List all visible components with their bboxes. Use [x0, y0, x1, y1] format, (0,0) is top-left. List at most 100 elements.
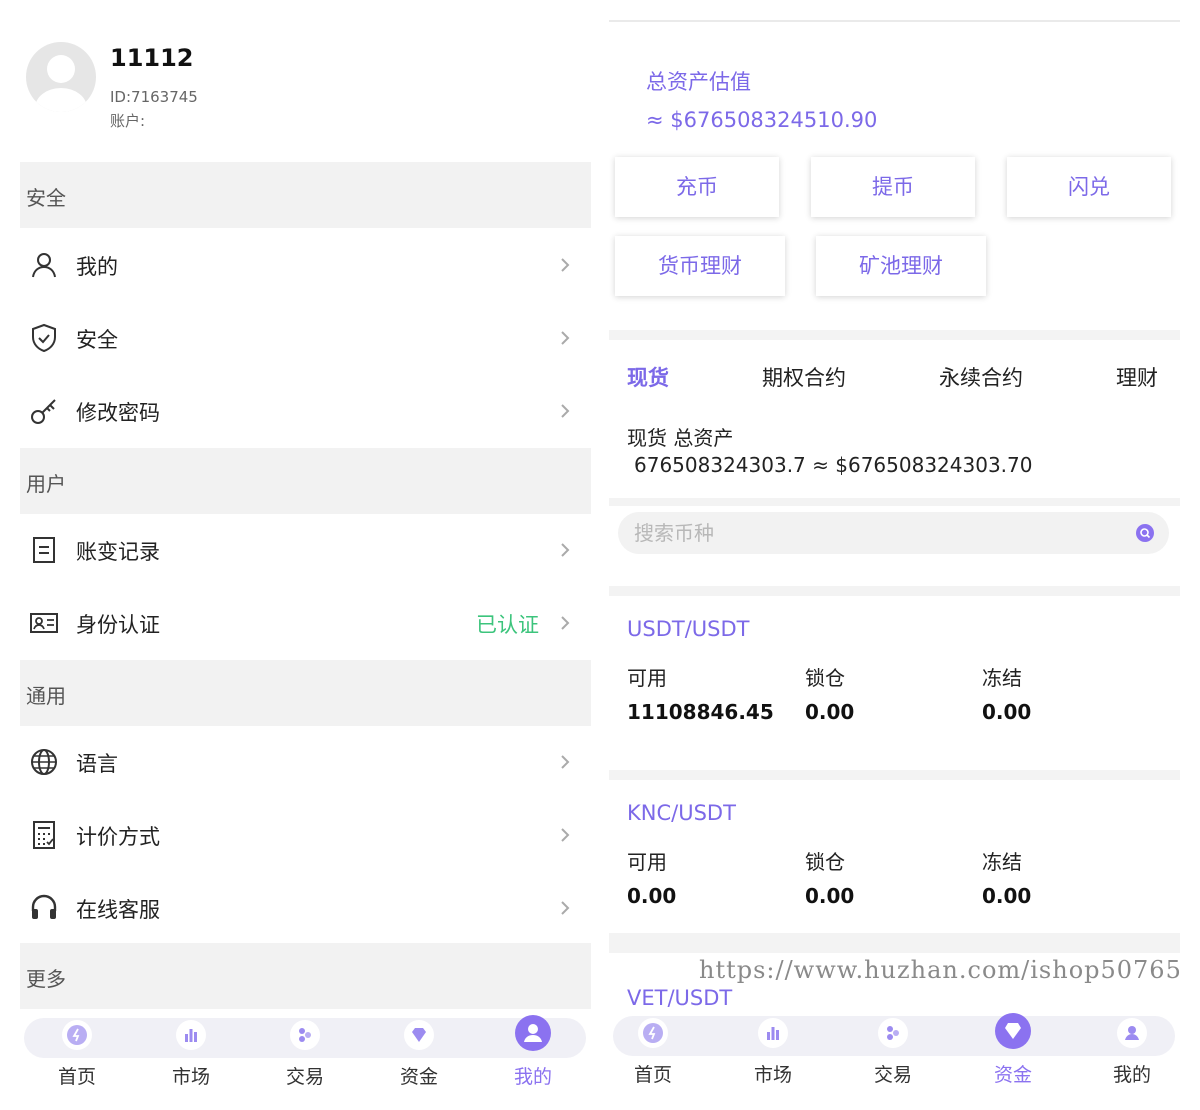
menu-item-online-support[interactable]: 在线客服 — [20, 872, 591, 945]
bottom-tab-bar: 首页 市场 交易 资金 我的 — [20, 1012, 591, 1090]
chevron-right-icon — [561, 616, 570, 630]
menu-item-security[interactable]: 安全 — [20, 302, 591, 375]
menu-item-transaction-history[interactable]: 账变记录 — [20, 514, 591, 587]
section-divider — [609, 586, 1180, 596]
chevron-right-icon — [561, 901, 570, 915]
frozen-value: 0.00 — [982, 884, 1032, 908]
currency-finance-button[interactable]: 货币理财 — [615, 236, 785, 296]
menu-label: 安全 — [76, 328, 118, 352]
key-icon — [31, 399, 56, 424]
available-label: 可用 — [627, 850, 667, 874]
tab-market[interactable]: 市场 — [716, 1010, 830, 1088]
pair-knc-usdt[interactable]: KNC/USDT — [627, 801, 736, 825]
funds-screen: 总资产估值 ≈ $676508324510.90 充币 提币 闪兑 货币理财 矿… — [609, 0, 1180, 1110]
headset-icon — [31, 894, 57, 919]
search-coin-input[interactable] — [618, 512, 1169, 554]
flash-exchange-button[interactable]: 闪兑 — [1007, 157, 1171, 217]
withdraw-button[interactable]: 提币 — [811, 157, 975, 217]
locked-label: 锁仓 — [805, 666, 845, 690]
frozen-label: 冻结 — [982, 850, 1022, 874]
user-icon — [32, 253, 56, 278]
tab-finance[interactable]: 理财 — [1116, 362, 1158, 392]
section-header-user: 用户 — [20, 448, 591, 514]
section-divider — [609, 933, 1180, 953]
menu-label: 修改密码 — [76, 401, 160, 425]
avatar-placeholder-icon — [35, 55, 87, 112]
tab-options-contract[interactable]: 期权合约 — [762, 362, 846, 392]
locked-value: 0.00 — [805, 700, 855, 724]
chevron-right-icon — [561, 755, 570, 769]
globe-icon — [31, 749, 57, 775]
username: 11112 — [110, 44, 194, 72]
market-icon — [758, 1018, 788, 1048]
section-header-general: 通用 — [20, 660, 591, 726]
menu-item-identity-verification[interactable]: 身份认证 已认证 — [20, 587, 591, 660]
search-icon[interactable] — [1135, 523, 1155, 543]
deposit-button[interactable]: 充币 — [615, 157, 779, 217]
shield-icon — [32, 323, 56, 353]
pair-usdt-usdt[interactable]: USDT/USDT — [627, 617, 749, 641]
tab-funds[interactable]: 资金 — [956, 1010, 1070, 1088]
watermark: https://www.huzhan.com/ishop50765 — [699, 956, 1180, 984]
calculator-icon — [33, 821, 55, 849]
market-icon — [176, 1020, 206, 1050]
top-divider — [609, 20, 1180, 22]
frozen-label: 冻结 — [982, 666, 1022, 690]
locked-value: 0.00 — [805, 884, 855, 908]
avatar[interactable] — [26, 42, 96, 112]
pair-vet-usdt[interactable]: VET/USDT — [627, 986, 732, 1010]
diamond-icon — [995, 1013, 1031, 1049]
diamond-icon — [404, 1020, 434, 1050]
chevron-right-icon — [561, 258, 570, 272]
chevron-right-icon — [561, 331, 570, 345]
total-assets-title: 总资产估值 — [646, 70, 751, 94]
spot-total-assets-value: 676508324303.7 ≈ $676508324303.70 — [634, 453, 1033, 477]
menu-label: 身份认证 — [76, 613, 160, 637]
locked-label: 锁仓 — [805, 850, 845, 874]
tab-mine[interactable]: 我的 — [476, 1012, 590, 1090]
profile-icon — [1117, 1018, 1147, 1048]
menu-label: 账变记录 — [76, 540, 160, 564]
section-header-security: 安全 — [20, 162, 591, 228]
menu-item-change-password[interactable]: 修改密码 — [20, 375, 591, 448]
section-divider — [609, 330, 1180, 340]
section-divider — [609, 770, 1180, 780]
tab-home[interactable]: 首页 — [609, 1010, 710, 1088]
tab-mine[interactable]: 我的 — [1075, 1010, 1180, 1088]
spot-total-assets-title: 现货 总资产 — [627, 426, 734, 450]
tab-perpetual-contract[interactable]: 永续合约 — [939, 362, 1023, 392]
verified-status: 已认证 — [476, 613, 539, 637]
id-card-icon — [30, 613, 58, 633]
menu-item-language[interactable]: 语言 — [20, 726, 591, 799]
home-icon — [62, 1020, 92, 1050]
menu-label: 我的 — [76, 255, 118, 279]
available-label: 可用 — [627, 666, 667, 690]
tab-trade[interactable]: 交易 — [836, 1010, 950, 1088]
available-value: 11108846.45 — [627, 700, 774, 724]
user-id: ID:7163745 — [110, 88, 198, 106]
tab-home[interactable]: 首页 — [20, 1012, 134, 1090]
chevron-right-icon — [561, 543, 570, 557]
profile-icon — [515, 1015, 551, 1051]
profile-header: 11112 ID:7163745 账户: — [20, 0, 591, 162]
menu-label: 计价方式 — [76, 825, 160, 849]
document-icon — [33, 537, 55, 563]
bottom-tab-bar: 首页 市场 交易 资金 我的 — [609, 1010, 1180, 1090]
mining-pool-finance-button[interactable]: 矿池理财 — [816, 236, 986, 296]
trade-icon — [290, 1020, 320, 1050]
total-assets-value: ≈ $676508324510.90 — [646, 108, 878, 132]
tab-market[interactable]: 市场 — [134, 1012, 248, 1090]
tab-trade[interactable]: 交易 — [248, 1012, 362, 1090]
menu-label: 语言 — [76, 752, 118, 776]
menu-item-pricing-method[interactable]: 计价方式 — [20, 799, 591, 872]
tab-spot[interactable]: 现货 — [627, 362, 669, 392]
section-header-more: 更多 — [20, 943, 591, 1009]
chevron-right-icon — [561, 828, 570, 842]
chevron-right-icon — [561, 404, 570, 418]
available-value: 0.00 — [627, 884, 677, 908]
trade-icon — [878, 1018, 908, 1048]
menu-item-mine[interactable]: 我的 — [20, 229, 591, 302]
tab-funds[interactable]: 资金 — [362, 1012, 476, 1090]
account-label: 账户: — [110, 112, 146, 130]
profile-screen: 11112 ID:7163745 账户: 安全 我的 安全 修改密码 用户 账变… — [20, 0, 591, 1110]
